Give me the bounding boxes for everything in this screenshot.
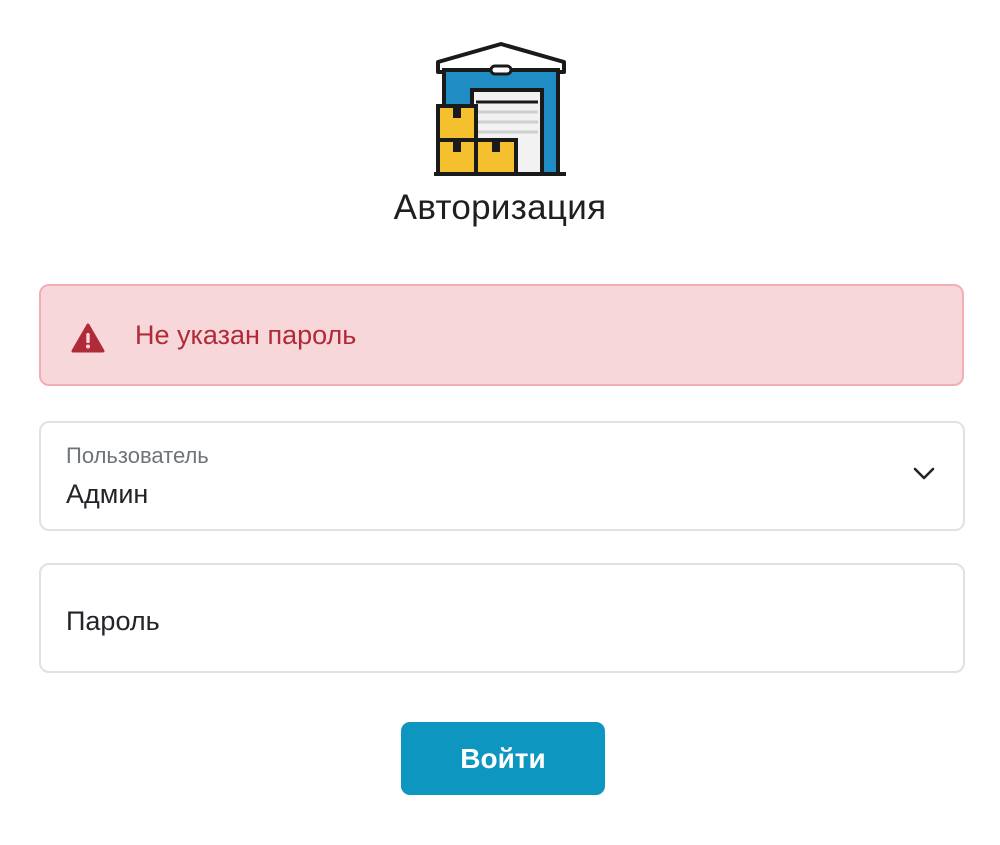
password-input[interactable] — [66, 603, 926, 639]
user-select-value: Админ — [66, 479, 149, 509]
error-alert: Не указан пароль — [39, 284, 964, 386]
warning-triangle-icon — [71, 323, 105, 353]
chevron-down-icon — [913, 467, 935, 480]
login-button[interactable]: Войти — [401, 722, 605, 795]
user-select[interactable]: Пользователь Админ — [39, 421, 965, 531]
user-select-label: Пользователь — [66, 443, 209, 468]
warehouse-icon — [434, 42, 566, 176]
alert-message: Не указан пароль — [135, 320, 357, 350]
password-field[interactable] — [39, 563, 965, 673]
page-title: Авторизация — [393, 188, 607, 227]
